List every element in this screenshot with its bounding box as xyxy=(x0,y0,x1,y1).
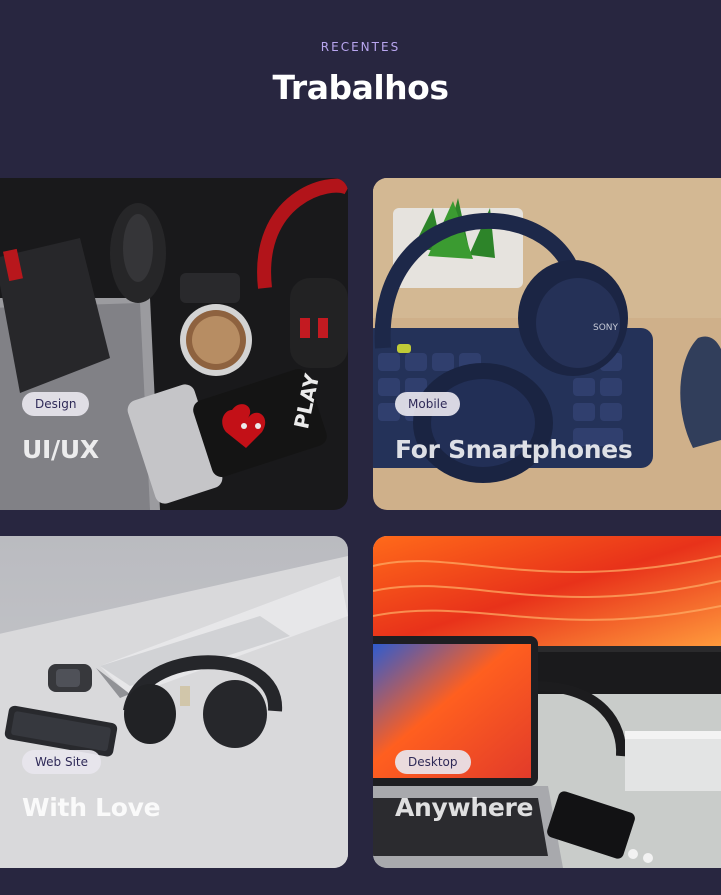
project-caption: With Love xyxy=(22,793,161,822)
project-card-mobile[interactable]: SONY Mobile For Smartphones xyxy=(373,178,721,510)
project-tag: Design xyxy=(22,392,90,416)
section-eyebrow: RECENTES xyxy=(320,40,401,54)
project-tag: Web Site xyxy=(22,750,102,774)
project-tag: Mobile xyxy=(395,392,461,416)
section-title: Trabalhos xyxy=(272,68,449,107)
project-caption: For Smartphones xyxy=(395,435,633,464)
project-card-website[interactable]: Web Site With Love xyxy=(0,536,348,868)
project-caption: UI/UX xyxy=(22,435,99,464)
project-caption: Anywhere xyxy=(395,793,534,822)
project-card-design[interactable]: PLAY Design UI/UX xyxy=(0,178,348,510)
project-card-desktop[interactable]: Desktop Anywhere xyxy=(373,536,721,868)
project-tag: Desktop xyxy=(395,750,471,774)
